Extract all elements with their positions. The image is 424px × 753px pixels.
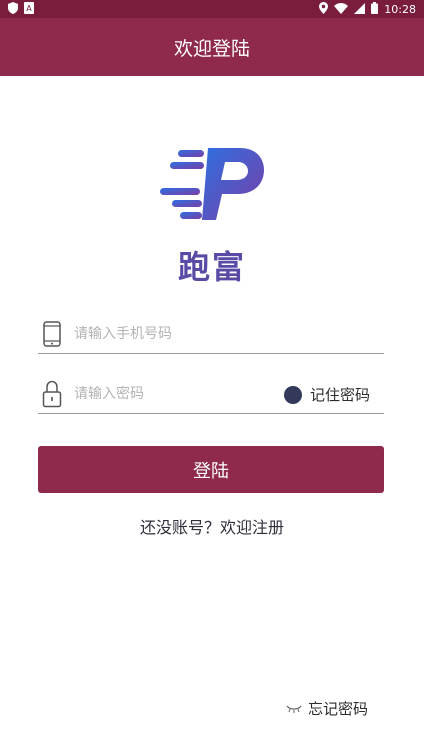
app-bar: 欢迎登陆	[0, 18, 424, 76]
location-icon	[319, 2, 329, 17]
login-button[interactable]: 登陆	[38, 446, 384, 493]
phone-icon	[40, 320, 64, 348]
password-field-row: 记住密码	[38, 375, 384, 414]
login-button-label: 登陆	[193, 460, 229, 482]
remember-password-label: 记住密码	[309, 386, 370, 404]
remember-password-toggle[interactable]: 记住密码	[283, 384, 370, 405]
register-link[interactable]: 还没账号？欢迎注册	[0, 514, 424, 538]
sim-icon: A	[24, 2, 34, 17]
phone-field-row	[38, 315, 384, 354]
forgot-password-label: 忘记密码	[308, 700, 369, 718]
shield-icon	[8, 2, 18, 17]
radio-dot-icon	[283, 385, 302, 404]
lock-icon	[40, 380, 64, 408]
signal-icon	[354, 2, 366, 17]
status-bar: A 10:28	[0, 0, 424, 18]
eye-closed-icon	[286, 700, 302, 718]
wifi-icon	[334, 2, 349, 17]
status-left-icons: A	[8, 2, 34, 17]
svg-text:A: A	[26, 4, 32, 13]
page-title: 欢迎登陆	[173, 37, 250, 60]
app-logo-text: 跑富	[177, 248, 246, 286]
battery-icon	[371, 2, 379, 17]
status-time: 10:28	[384, 3, 416, 16]
status-right-icons: 10:28	[319, 2, 416, 17]
forgot-password-link[interactable]: 忘记密码	[286, 698, 368, 719]
phone-input[interactable]	[74, 326, 384, 342]
